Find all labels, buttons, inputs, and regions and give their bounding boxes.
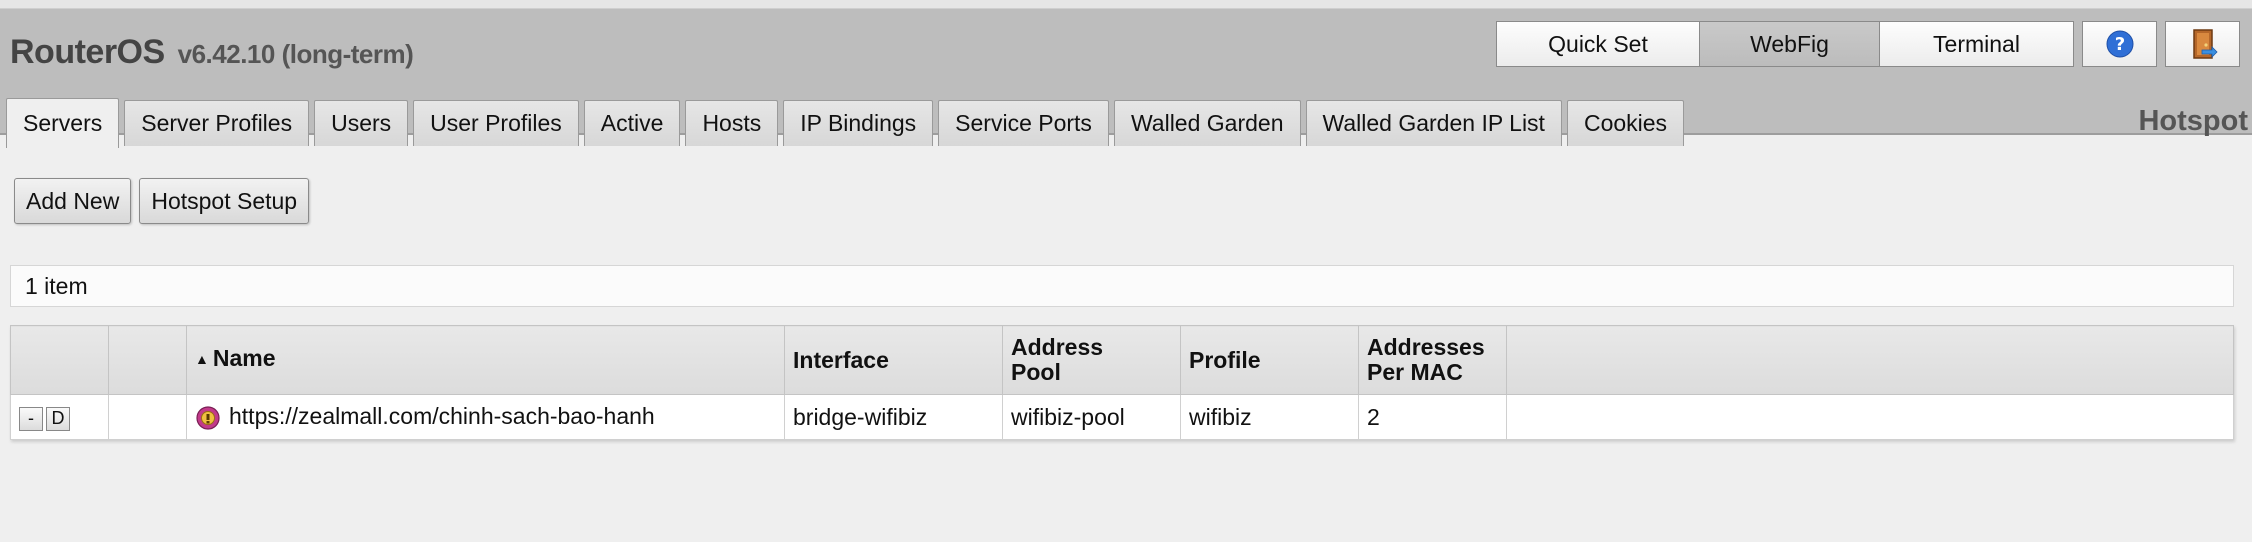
tab-cookies[interactable]: Cookies xyxy=(1566,100,1685,146)
webfig-header: RouterOS v6.42.10 (long-term) Quick Set … xyxy=(0,9,2252,148)
apm-header-line1: Addresses xyxy=(1367,334,1485,360)
app-title: RouterOS v6.42.10 (long-term) xyxy=(10,33,414,72)
servers-table: ▲ Name Interface Address Pool Profile Add… xyxy=(10,325,2234,440)
action-bar: Add New Hotspot Setup xyxy=(14,178,317,224)
tab-server-profiles[interactable]: Server Profiles xyxy=(124,100,310,146)
remove-button[interactable]: - xyxy=(19,406,43,431)
filler-header xyxy=(1506,325,2234,395)
hotspot-server-icon xyxy=(196,406,220,430)
tab-servers[interactable]: Servers xyxy=(6,98,120,148)
mode-switcher: Quick Set WebFig Terminal ? xyxy=(1496,21,2240,67)
hotspot-tabs: Servers Server Profiles Users User Profi… xyxy=(6,96,1689,148)
tab-walled-garden-ip-list[interactable]: Walled Garden IP List xyxy=(1305,100,1562,146)
row-controls: -D xyxy=(10,394,109,440)
tab-hosts[interactable]: Hosts xyxy=(685,100,779,146)
help-icon: ? xyxy=(2106,30,2133,58)
tab-user-profiles[interactable]: User Profiles xyxy=(413,100,579,146)
address-pool-header-line1: Address xyxy=(1011,334,1104,360)
address-pool-cell[interactable]: wifibiz-pool xyxy=(1002,394,1181,440)
address-pool-header-line2: Pool xyxy=(1011,359,1061,385)
apm-header-line2: Per MAC xyxy=(1367,359,1463,385)
name-column-header[interactable]: ▲ Name xyxy=(186,325,785,395)
interface-cell[interactable]: bridge-wifibiz xyxy=(784,394,1003,440)
version-label: v6.42.10 (long-term) xyxy=(177,39,414,69)
tab-walled-garden[interactable]: Walled Garden xyxy=(1113,100,1301,146)
section-title: Hotspot xyxy=(2138,105,2248,137)
filler-cell xyxy=(1506,394,2234,440)
window-top-edge xyxy=(0,0,2252,9)
profile-column-header[interactable]: Profile xyxy=(1180,325,1359,395)
hotspot-setup-button[interactable]: Hotspot Setup xyxy=(139,178,310,224)
tab-users[interactable]: Users xyxy=(314,100,409,146)
webfig-button[interactable]: WebFig xyxy=(1699,21,1880,67)
logout-button[interactable] xyxy=(2165,21,2240,67)
addresses-per-mac-cell[interactable]: 2 xyxy=(1358,394,1507,440)
tab-ip-bindings[interactable]: IP Bindings xyxy=(783,100,934,146)
flags-header xyxy=(108,325,187,395)
profile-cell[interactable]: wifibiz xyxy=(1180,394,1359,440)
product-name: RouterOS xyxy=(10,33,165,71)
logout-door-icon xyxy=(2192,29,2218,59)
row-actions-header xyxy=(10,325,109,395)
help-button[interactable]: ? xyxy=(2082,21,2157,67)
addresses-per-mac-column-header[interactable]: Addresses Per MAC xyxy=(1358,325,1507,395)
table-header-row: ▲ Name Interface Address Pool Profile Add… xyxy=(10,325,2234,395)
sort-ascending-icon: ▲ xyxy=(195,351,209,367)
quick-set-button[interactable]: Quick Set xyxy=(1496,21,1700,67)
name-cell[interactable]: https://zealmall.com/chinh-sach-bao-hanh xyxy=(186,394,785,440)
address-pool-column-header[interactable]: Address Pool xyxy=(1002,325,1181,395)
svg-text:?: ? xyxy=(2114,34,2124,55)
server-name: https://zealmall.com/chinh-sach-bao-hanh xyxy=(229,403,655,430)
table-row[interactable]: -D https://zealmall.com/chinh-sach-bao-h… xyxy=(10,394,2234,440)
tab-service-ports[interactable]: Service Ports xyxy=(938,100,1109,146)
name-header-label: Name xyxy=(212,345,276,371)
item-count: 1 item xyxy=(10,265,2234,307)
row-flags xyxy=(108,394,187,440)
disable-button[interactable]: D xyxy=(46,406,70,431)
terminal-button[interactable]: Terminal xyxy=(1879,21,2074,67)
add-new-button[interactable]: Add New xyxy=(14,178,132,224)
tab-active[interactable]: Active xyxy=(583,100,681,146)
interface-column-header[interactable]: Interface xyxy=(784,325,1003,395)
